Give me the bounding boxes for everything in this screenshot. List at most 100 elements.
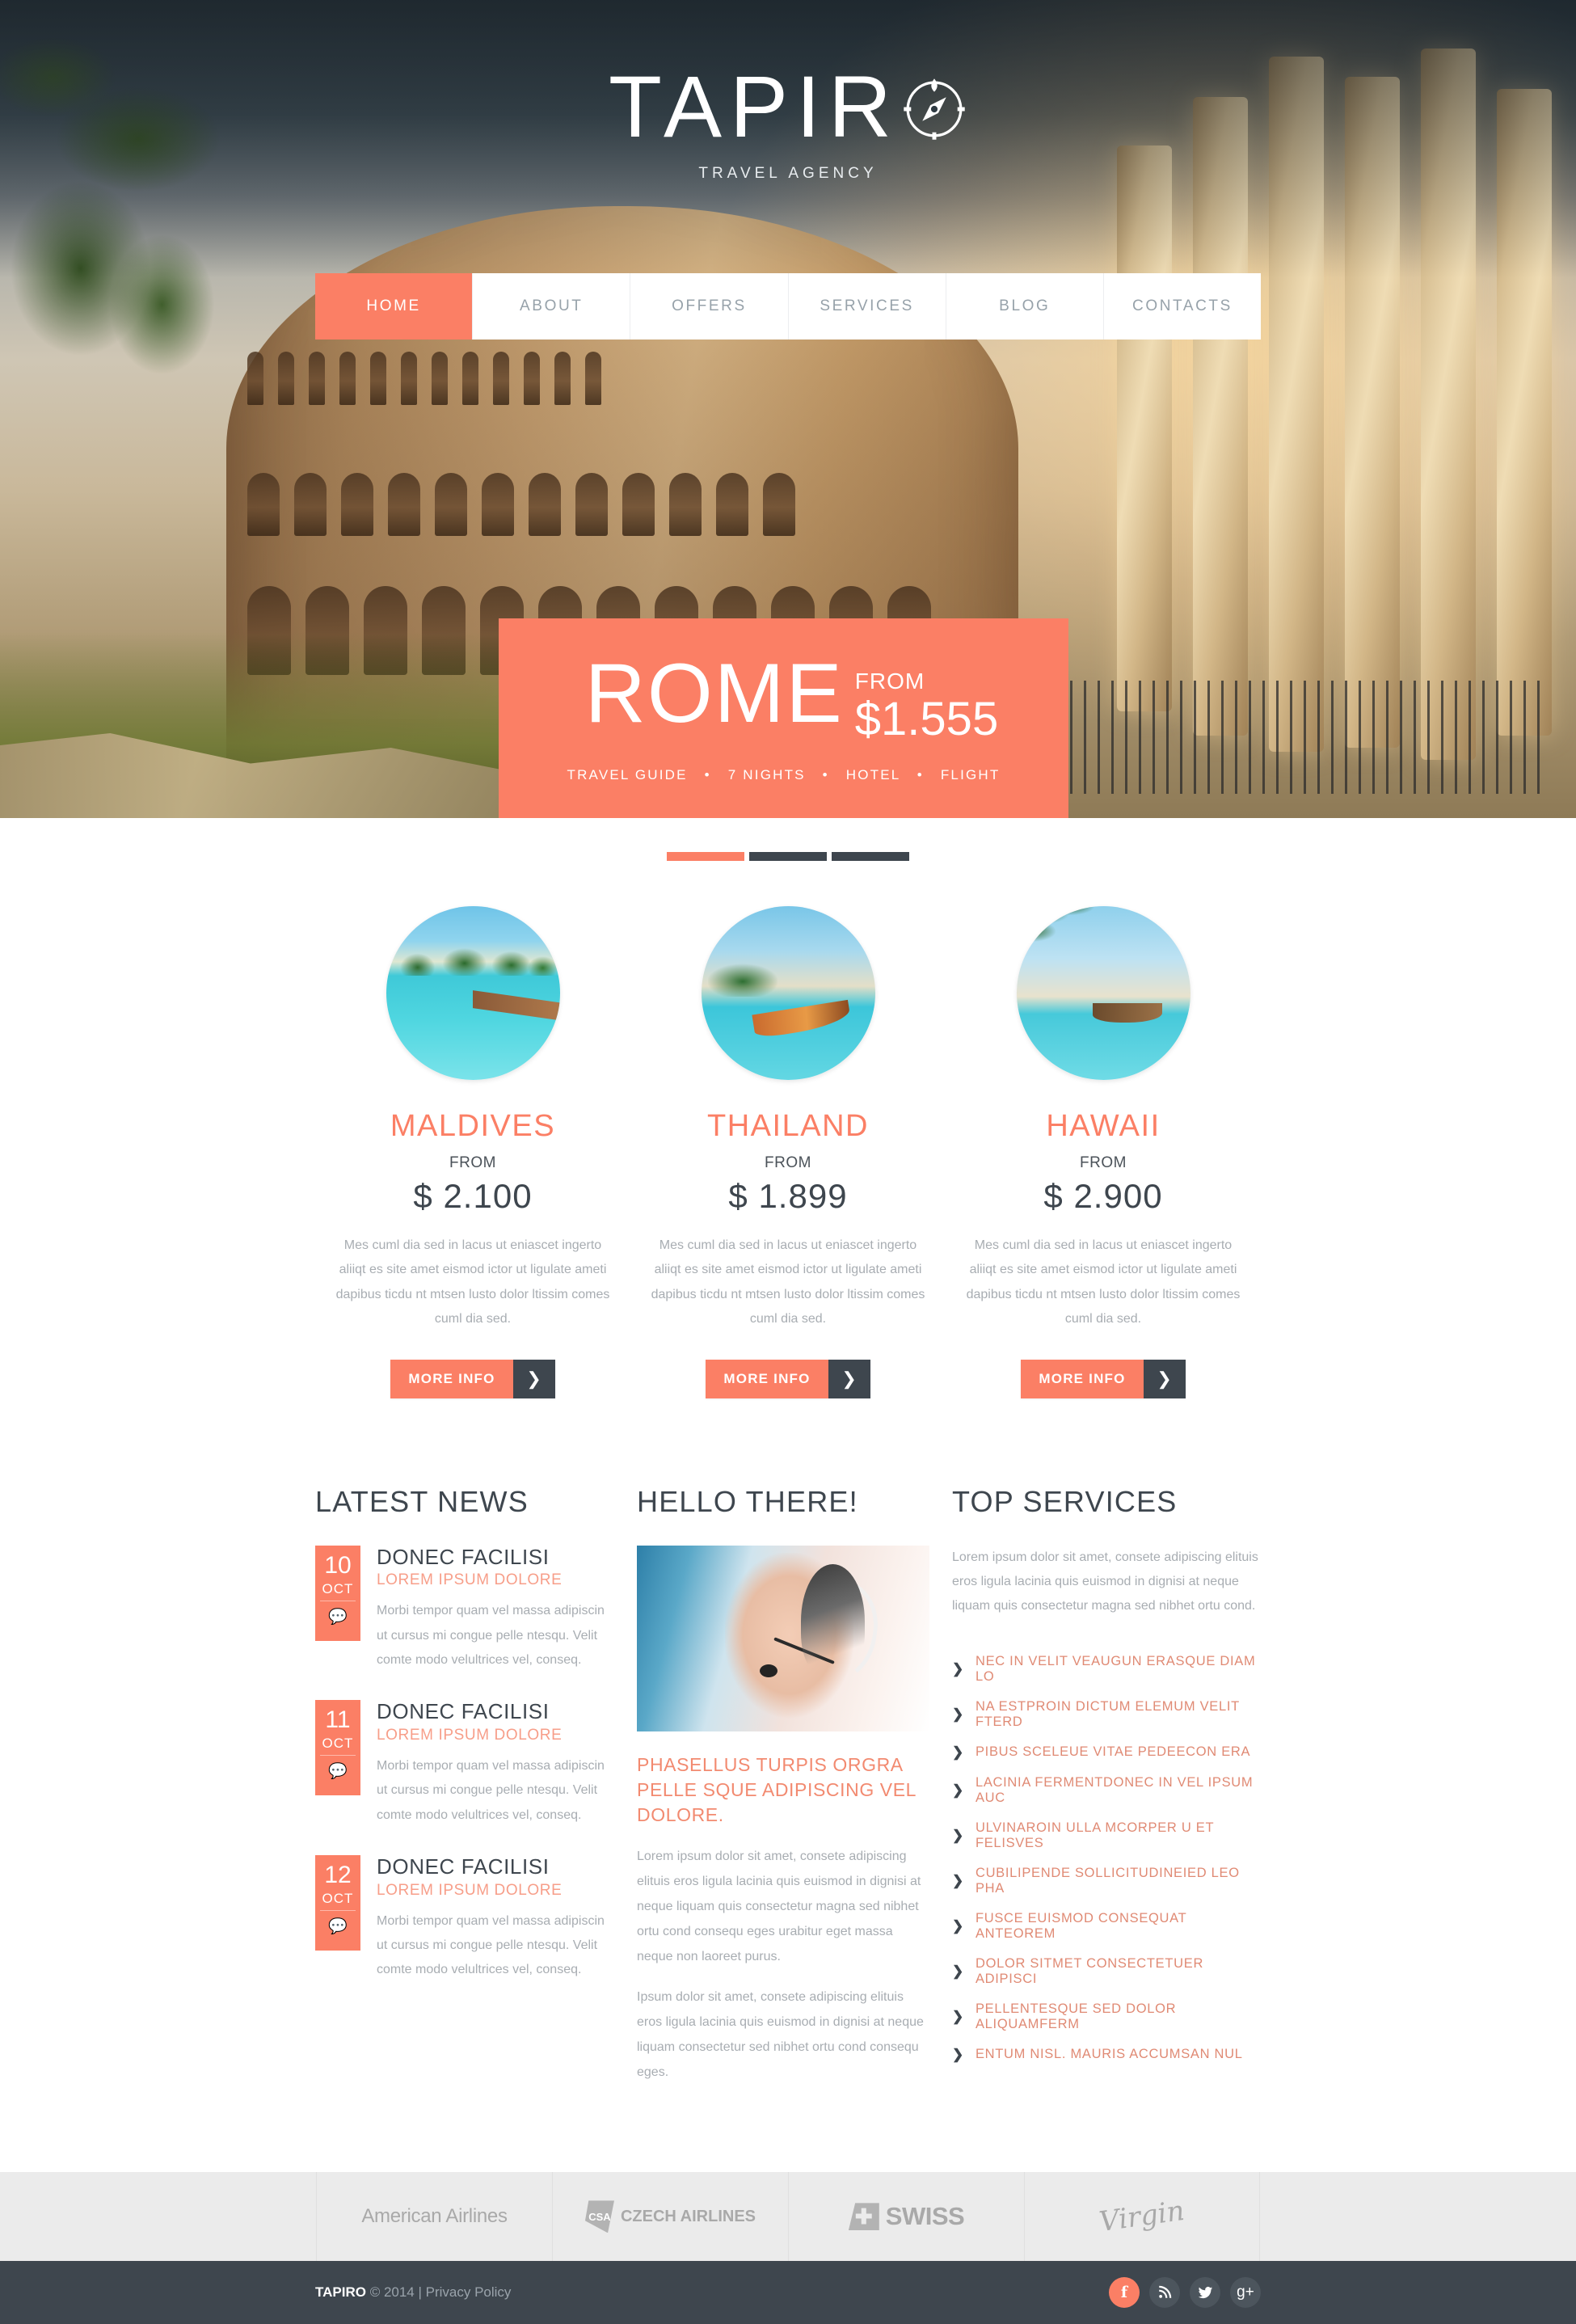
service-list-item[interactable]: ❯ NEC IN VELIT VEAUGUN ERASQUE DIAM LO (952, 1647, 1261, 1692)
chevron-right-icon: ❯ (828, 1359, 870, 1398)
more-info-label: MORE INFO (1021, 1359, 1144, 1398)
destination-name: HAWAII (1046, 1109, 1161, 1143)
service-label: PIBUS SCELEUE VITAE PEDEECON ERA (975, 1744, 1251, 1760)
chevron-right-icon: ❯ (952, 2046, 964, 2062)
colosseum-arch-row (226, 473, 1018, 536)
news-text: Morbi tempor quam vel massa adipiscin ut… (377, 1758, 605, 1822)
bullet-separator: • (917, 767, 924, 782)
partner-czech-airlines[interactable]: CSA CZECH AIRLINES (552, 2172, 788, 2262)
facebook-icon[interactable]: f (1109, 2277, 1140, 2309)
news-day: 10 (324, 1551, 352, 1579)
news-date-badge: 12 OCT 💬 (315, 1855, 360, 1951)
destination-card-maldives: MALDIVES FROM $ 2.100 Mes cuml dia sed i… (315, 906, 630, 1398)
hero-promo-card[interactable]: ROME FROM $1.555 TRAVEL GUIDE • 7 NIGHTS… (499, 618, 1068, 818)
service-list-item[interactable]: ❯ NA ESTPROIN DICTUM ELEMUM VELIT FTERD (952, 1692, 1261, 1737)
rss-glyph (1159, 2286, 1172, 2299)
service-list-item[interactable]: ❯ DOLOR SITMET CONSECTETUER ADIPISCI (952, 1949, 1261, 1994)
nav-item-home[interactable]: HOME (315, 273, 474, 340)
news-item[interactable]: 11 OCT 💬 DONEC FACILISI LOREM IPSUM DOLO… (315, 1700, 614, 1828)
swiss-logo: ✚ SWISS (848, 2202, 965, 2231)
promo-price-value: $1.555 (854, 693, 999, 745)
chevron-right-icon: ❯ (1143, 1359, 1186, 1398)
news-month: OCT (322, 1736, 354, 1752)
social-links: f g+ (1109, 2277, 1261, 2309)
news-subtitle: LOREM IPSUM DOLORE (377, 1881, 563, 1899)
latest-news-column: LATEST NEWS 10 OCT 💬 DONEC FACILISI LORE… (315, 1487, 637, 2100)
nav-item-services[interactable]: SERVICES (788, 273, 946, 340)
compass-icon (904, 78, 965, 140)
more-info-button-hawaii[interactable]: MORE INFO ❯ (1021, 1359, 1186, 1398)
swiss-text: SWISS (885, 2202, 965, 2231)
more-info-label: MORE INFO (390, 1359, 513, 1398)
more-info-button-maldives[interactable]: MORE INFO ❯ (390, 1359, 555, 1398)
service-list-item[interactable]: ❯ ENTUM NISL. MAURIS ACCUMSAN NUL (952, 2039, 1261, 2070)
csa-mark: CSA (584, 2200, 614, 2233)
news-body: DONEC FACILISI LOREM IPSUM DOLORE Morbi … (377, 1545, 614, 1673)
chevron-right-icon: ❯ (952, 1872, 964, 1888)
slider-bar-1[interactable] (667, 852, 744, 861)
more-info-button-thailand[interactable]: MORE INFO ❯ (706, 1359, 870, 1398)
chevron-right-icon: ❯ (952, 2008, 964, 2024)
destination-price: $ 2.900 (1043, 1177, 1163, 1215)
service-list-item[interactable]: ❯ PIBUS SCELEUE VITAE PEDEECON ERA (952, 1737, 1261, 1768)
comment-bubble-icon: 💬 (328, 1608, 348, 1626)
nav-item-blog[interactable]: BLOG (946, 273, 1104, 340)
destination-card-thailand: THAILAND FROM $ 1.899 Mes cuml dia sed i… (630, 906, 946, 1398)
hello-paragraph-2: Ipsum dolor sit amet, consete adipiscing… (637, 1989, 924, 2080)
copyright-text: © 2014 | (365, 2284, 426, 2301)
nav-item-offers[interactable]: OFFERS (630, 273, 789, 340)
service-label: CUBILIPENDE SOLLICITUDINEIED LEO PHA (975, 1865, 1240, 1896)
logo-tagline: TRAVEL AGENCY (698, 165, 878, 182)
twitter-icon[interactable] (1190, 2277, 1220, 2309)
partner-virgin[interactable]: Virgin (1024, 2172, 1260, 2262)
bullet-separator: • (704, 767, 711, 782)
news-day: 12 (324, 1862, 352, 1889)
promo-feature: HOTEL (845, 767, 900, 782)
news-month: OCT (322, 1580, 354, 1596)
top-services-title: TOP SERVICES (952, 1484, 1178, 1518)
slider-bar-2[interactable] (749, 852, 827, 861)
nav-item-contacts[interactable]: CONTACTS (1103, 273, 1262, 340)
chevron-right-icon: ❯ (952, 1782, 964, 1798)
destination-price: $ 2.100 (413, 1177, 533, 1215)
copyright-line: TAPIRO © 2014 | Privacy Policy (315, 2284, 511, 2301)
destination-image-thailand[interactable] (701, 906, 875, 1080)
destination-image-hawaii[interactable] (1016, 906, 1190, 1080)
google-plus-icon[interactable]: g+ (1230, 2277, 1261, 2309)
news-item[interactable]: 10 OCT 💬 DONEC FACILISI LOREM IPSUM DOLO… (315, 1545, 614, 1673)
service-list-item[interactable]: ❯ FUSCE EUISMOD CONSEQUAT ANTEOREM (952, 1904, 1261, 1949)
main-navigation: HOME ABOUT OFFERS SERVICES BLOG CONTACTS (315, 273, 1262, 340)
partner-swiss[interactable]: ✚ SWISS (788, 2172, 1024, 2262)
news-title[interactable]: DONEC FACILISI (377, 1700, 614, 1723)
page-root: TAPIR TRAVEL AGENCY HOME ABOUT OFFERS SE… (0, 0, 1576, 2324)
slider-bar-3[interactable] (832, 852, 909, 861)
call-center-operator-image (637, 1545, 929, 1731)
news-title[interactable]: DONEC FACILISI (377, 1855, 614, 1879)
service-label: PELLENTESQUE SED DOLOR ALIQUAMFERM (975, 2001, 1177, 2031)
news-subtitle: LOREM IPSUM DOLORE (377, 1726, 563, 1744)
partner-american-airlines[interactable]: American Airlines (316, 2172, 552, 2262)
latest-news-title: LATEST NEWS (315, 1484, 529, 1518)
news-date-badge: 11 OCT 💬 (315, 1700, 360, 1796)
service-list-item[interactable]: ❯ LACINIA FERMENTDONEC IN VEL IPSUM AUC (952, 1768, 1261, 1813)
promo-features: TRAVEL GUIDE • 7 NIGHTS • HOTEL • FLIGHT (499, 767, 1068, 783)
news-title[interactable]: DONEC FACILISI (377, 1545, 614, 1569)
privacy-policy-link[interactable]: Privacy Policy (426, 2284, 512, 2300)
czech-airlines-text: CZECH AIRLINES (620, 2208, 756, 2226)
news-day: 11 (325, 1706, 351, 1734)
rss-icon[interactable] (1149, 2277, 1180, 2309)
destination-image-maldives[interactable] (386, 906, 560, 1080)
destination-from-label: FROM (765, 1154, 811, 1171)
news-text: Morbi tempor quam vel massa adipiscin ut… (377, 1604, 605, 1667)
service-list-item[interactable]: ❯ CUBILIPENDE SOLLICITUDINEIED LEO PHA (952, 1858, 1261, 1904)
nav-item-about[interactable]: ABOUT (473, 273, 631, 340)
news-subtitle: LOREM IPSUM DOLORE (377, 1571, 563, 1589)
logo-wordmark: TAPIR (608, 57, 900, 155)
news-item[interactable]: 12 OCT 💬 DONEC FACILISI LOREM IPSUM DOLO… (315, 1855, 614, 1983)
chevron-right-icon: ❯ (952, 1917, 964, 1934)
destinations-section: MALDIVES FROM $ 2.100 Mes cuml dia sed i… (315, 861, 1261, 1398)
service-list-item[interactable]: ❯ ULVINAROIN ULLA MCORPER U ET FELISVES (952, 1813, 1261, 1858)
news-date-badge: 10 OCT 💬 (315, 1545, 360, 1641)
site-logo[interactable]: TAPIR TRAVEL AGENCY (0, 63, 1576, 183)
service-list-item[interactable]: ❯ PELLENTESQUE SED DOLOR ALIQUAMFERM (952, 1994, 1261, 2039)
